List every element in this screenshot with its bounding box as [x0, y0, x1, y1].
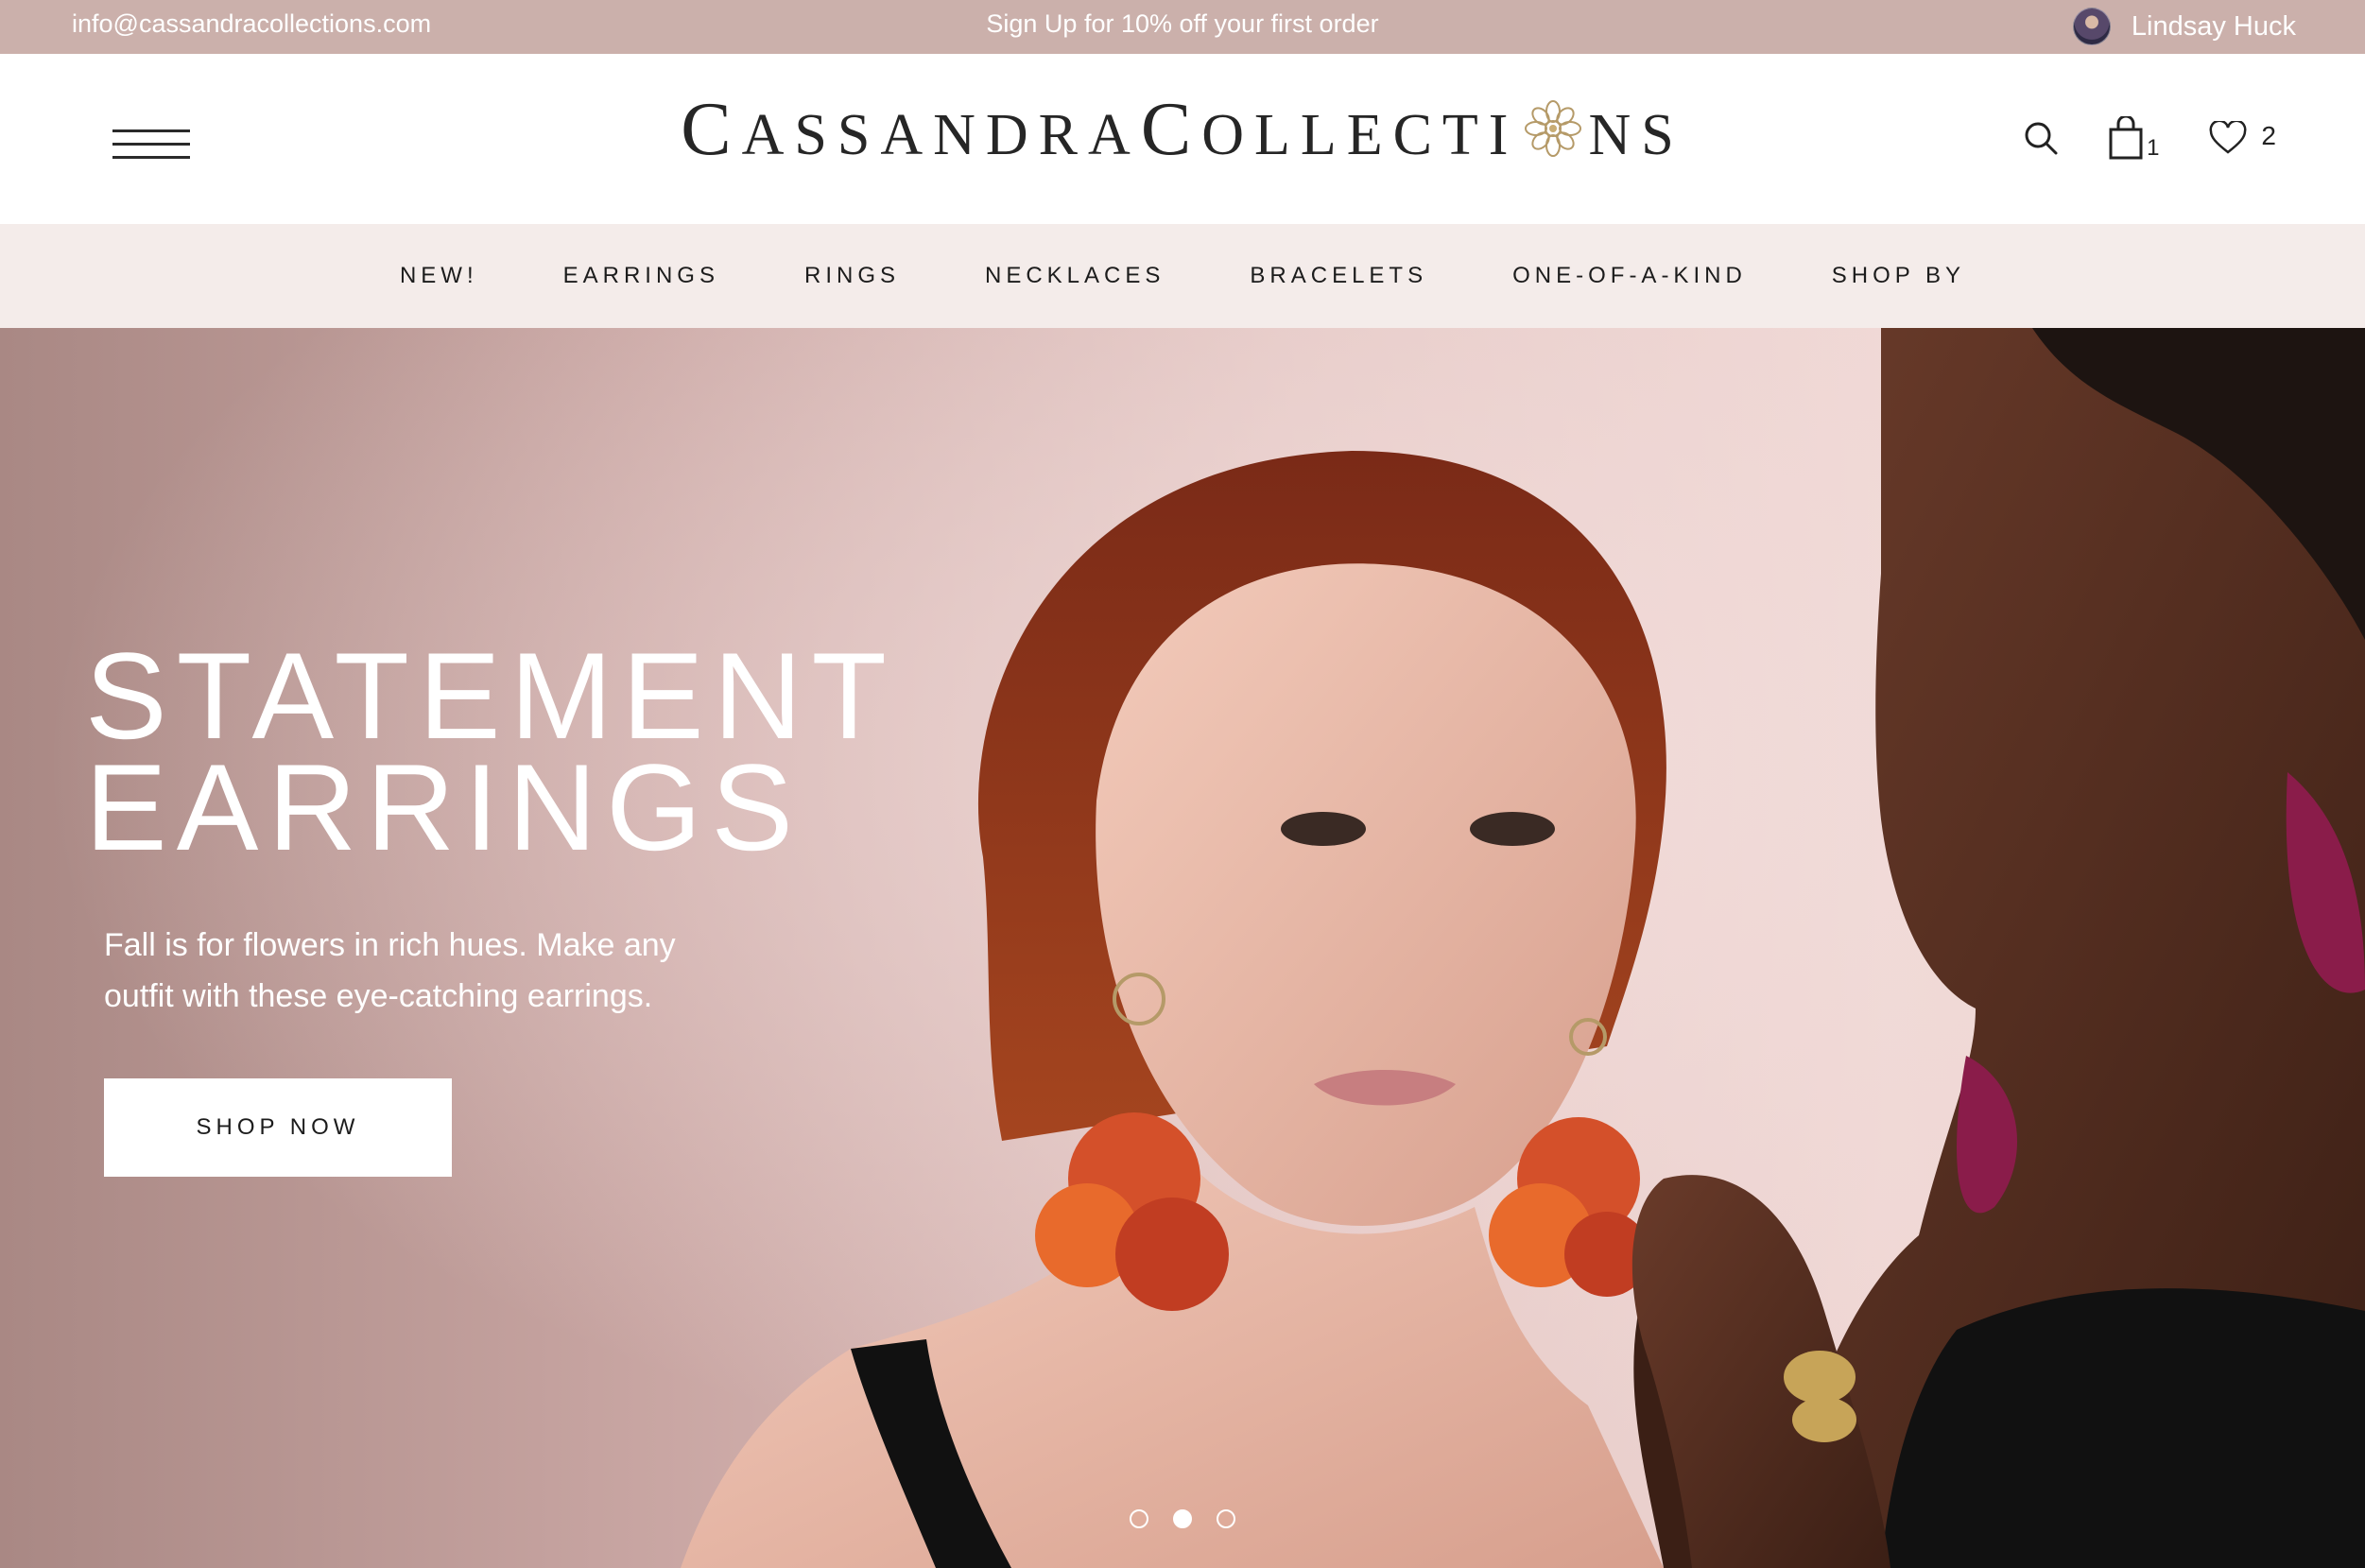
search-icon: [2025, 122, 2058, 155]
shopping-bag-icon: [2109, 116, 2143, 160]
top-bar: info@cassandracollections.com Sign Up fo…: [0, 0, 2365, 54]
hero-subtitle: Fall is for flowers in rich hues. Make a…: [104, 927, 676, 1014]
shop-now-button[interactable]: SHOP NOW: [104, 1078, 452, 1177]
user-name[interactable]: Lindsay Huck: [2132, 11, 2296, 43]
nav-item-necklaces[interactable]: NECKLACES: [985, 263, 1165, 289]
promo-banner[interactable]: Sign Up for 10% off your first order: [0, 9, 2365, 39]
nav-item-rings[interactable]: RINGS: [804, 263, 900, 289]
nav-item-bracelets[interactable]: BRACELETS: [1250, 263, 1427, 289]
hero-banner: STATEMENT EARRINGS Fall is for flowers i…: [0, 328, 2365, 1568]
heart-icon: [2209, 121, 2247, 154]
nav-item-new[interactable]: NEW!: [400, 263, 478, 289]
nav-item-shop-by[interactable]: SHOP BY: [1832, 263, 1965, 289]
carousel-dot-3[interactable]: [1217, 1509, 1235, 1528]
carousel-dots: [1130, 1509, 1235, 1528]
cart-count: 1: [2147, 135, 2160, 161]
flower-logo-icon: [1524, 99, 1582, 158]
site-header: CASSANDRACOLLECTI NS 1 2: [0, 54, 2365, 224]
cart-button[interactable]: 1: [2109, 116, 2160, 161]
nav-item-one-of-a-kind[interactable]: ONE-OF-A-KIND: [1512, 263, 1747, 289]
main-nav: NEW! EARRINGS RINGS NECKLACES BRACELETS …: [0, 224, 2365, 328]
site-logo[interactable]: CASSANDRACOLLECTI NS: [0, 92, 2365, 167]
search-button[interactable]: [2022, 119, 2060, 157]
carousel-dot-2[interactable]: [1173, 1509, 1192, 1528]
avatar[interactable]: [2072, 8, 2111, 45]
nav-item-earrings[interactable]: EARRINGS: [563, 263, 719, 289]
carousel-dot-1[interactable]: [1130, 1509, 1148, 1528]
wishlist-button[interactable]: 2: [2208, 121, 2276, 155]
user-account[interactable]: Lindsay Huck: [2072, 8, 2296, 45]
wishlist-count: 2: [2261, 121, 2276, 150]
hero-title: STATEMENT EARRINGS: [85, 627, 896, 876]
